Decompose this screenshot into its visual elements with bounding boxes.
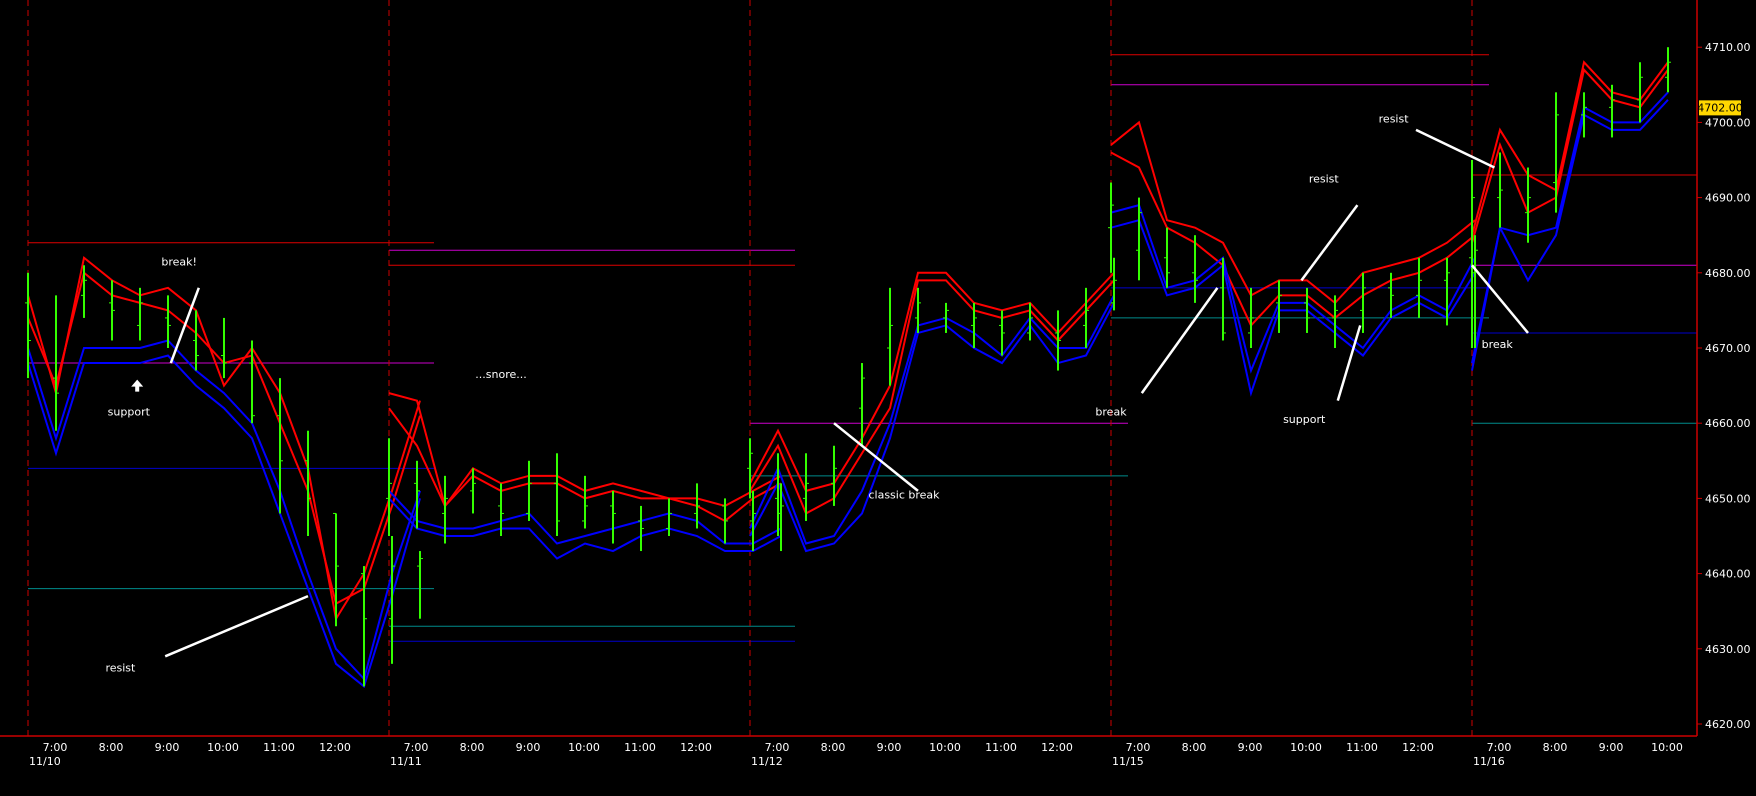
annotation-text-8: resist bbox=[1379, 112, 1410, 125]
day-label-2: 11/12 bbox=[751, 755, 783, 768]
x-tick-label-2-2: 9:00 bbox=[877, 741, 902, 754]
day-label-3: 11/15 bbox=[1112, 755, 1144, 768]
y-tick-label-3: 4650.00 bbox=[1705, 492, 1751, 505]
x-tick-label-2-0: 7:00 bbox=[765, 741, 790, 754]
x-tick-label-1-5: 12:00 bbox=[680, 741, 712, 754]
chart-background bbox=[0, 0, 1756, 796]
x-tick-label-3-1: 8:00 bbox=[1182, 741, 1207, 754]
annotation-text-4: classic break bbox=[868, 488, 940, 501]
x-tick-label-3-0: 7:00 bbox=[1126, 741, 1151, 754]
y-tick-label-9: 4710.00 bbox=[1705, 41, 1751, 54]
last-price-label: 4702.00 bbox=[1697, 101, 1743, 114]
y-tick-label-8: 4700.00 bbox=[1705, 116, 1751, 129]
day-label-1: 11/11 bbox=[390, 755, 422, 768]
annotation-text-2: resist bbox=[105, 661, 136, 674]
x-tick-label-4-1: 8:00 bbox=[1543, 741, 1568, 754]
x-tick-label-3-5: 12:00 bbox=[1402, 741, 1434, 754]
x-tick-label-3-2: 9:00 bbox=[1238, 741, 1263, 754]
x-tick-label-4-0: 7:00 bbox=[1487, 741, 1512, 754]
price-chart[interactable]: break! support resist ...snore... classic br… bbox=[0, 0, 1756, 796]
x-tick-label-0-2: 9:00 bbox=[155, 741, 180, 754]
y-tick-label-2: 4640.00 bbox=[1705, 568, 1751, 581]
day-label-0: 11/10 bbox=[29, 755, 61, 768]
x-tick-label-1-2: 9:00 bbox=[516, 741, 541, 754]
x-tick-label-2-5: 12:00 bbox=[1041, 741, 1073, 754]
x-tick-label-2-4: 11:00 bbox=[985, 741, 1017, 754]
x-tick-label-1-4: 11:00 bbox=[624, 741, 656, 754]
y-tick-label-7: 4690.00 bbox=[1705, 192, 1751, 205]
y-tick-label-0: 4620.00 bbox=[1705, 718, 1751, 731]
annotation-text-9: break bbox=[1482, 338, 1514, 351]
y-tick-label-5: 4670.00 bbox=[1705, 342, 1751, 355]
x-tick-label-3-4: 11:00 bbox=[1346, 741, 1378, 754]
annotation-text-6: resist bbox=[1309, 173, 1340, 186]
annotation-text-7: support bbox=[1283, 413, 1326, 426]
x-tick-label-2-1: 8:00 bbox=[821, 741, 846, 754]
x-tick-label-0-5: 12:00 bbox=[319, 741, 351, 754]
y-tick-label-1: 4630.00 bbox=[1705, 643, 1751, 656]
annotation-text-1: support bbox=[108, 406, 151, 419]
y-tick-label-4: 4660.00 bbox=[1705, 417, 1751, 430]
x-tick-label-0-1: 8:00 bbox=[99, 741, 124, 754]
annotation-text-5: break bbox=[1095, 406, 1127, 419]
annotation-text-3: ...snore... bbox=[475, 368, 526, 381]
x-tick-label-0-4: 11:00 bbox=[263, 741, 295, 754]
last-price-badge-group: 4702.00 bbox=[1697, 100, 1743, 116]
x-tick-label-0-0: 7:00 bbox=[43, 741, 68, 754]
x-tick-label-1-0: 7:00 bbox=[404, 741, 429, 754]
x-tick-label-3-3: 10:00 bbox=[1290, 741, 1322, 754]
x-tick-label-1-1: 8:00 bbox=[460, 741, 485, 754]
x-tick-label-1-3: 10:00 bbox=[568, 741, 600, 754]
annotation-text-0: break! bbox=[161, 255, 197, 268]
x-tick-label-2-3: 10:00 bbox=[929, 741, 961, 754]
y-tick-label-6: 4680.00 bbox=[1705, 267, 1751, 280]
day-label-4: 11/16 bbox=[1473, 755, 1505, 768]
x-tick-label-4-3: 10:00 bbox=[1651, 741, 1683, 754]
x-tick-label-0-3: 10:00 bbox=[207, 741, 239, 754]
x-tick-label-4-2: 9:00 bbox=[1599, 741, 1624, 754]
